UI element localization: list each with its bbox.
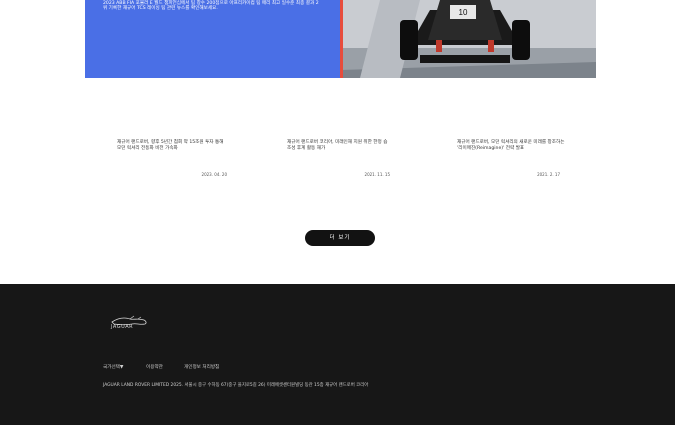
more-button[interactable]: 더 보기 (305, 230, 375, 246)
news-date: 2023. 04. 20 (201, 172, 227, 177)
hero-text-panel: 2023 ABB FIA 포뮬러 E 월드 챔피언십에서 팀 창수 200점으로… (85, 0, 340, 78)
svg-text:10: 10 (459, 8, 468, 17)
news-item[interactable]: 재규어 랜드로버, 향후 5년간 첨회 약 15조원 투자 통해 모던 럭셔리 … (117, 140, 227, 180)
logo-wordmark: JAGUAR (111, 324, 134, 330)
hero-description: 2023 ABB FIA 포뮬러 E 월드 챔피언십에서 팀 창수 200점으로… (103, 1, 319, 12)
news-item[interactable]: 재규어 랜드로버, 모던 럭셔리의 새로운 미래를 창조하는 '리이매진(Rei… (457, 140, 564, 180)
news-item[interactable]: 재규어 랜드로버 코리아, 미래인재 지원 취한 한정 숍 조성 후계 활동 재… (287, 140, 390, 180)
terms-link[interactable]: 이용약관 (146, 364, 186, 370)
news-list: 재규어 랜드로버, 향후 5년간 첨회 약 15조원 투자 통해 모던 럭셔리 … (0, 140, 675, 180)
hero-banner: 2023 ABB FIA 포뮬러 E 월드 챔피언십에서 팀 창수 200점으로… (85, 0, 596, 78)
news-title[interactable]: 재규어 랜드로버, 향후 5년간 첨회 약 15조원 투자 통해 모던 럭셔리 … (117, 140, 227, 152)
race-car-photo-icon: 10 (340, 0, 596, 78)
race-car-image: 10 (340, 0, 596, 78)
news-date: 2021. 11. 15 (364, 172, 390, 177)
country-select-link[interactable]: 국가선택▼ (103, 364, 143, 370)
footer: JAGUAR 국가선택▼ 이용약관 개인정보 처리방침 JAGUAR LAND … (0, 284, 675, 425)
privacy-policy-link[interactable]: 개인정보 처리방침 (184, 364, 244, 370)
news-date: 2021. 2. 17 (537, 172, 560, 177)
news-title[interactable]: 재규어 랜드로버 코리아, 미래인재 지원 취한 한정 숍 조성 후계 활동 재… (287, 140, 390, 152)
news-title[interactable]: 재규어 랜드로버, 모던 럭셔리의 새로운 미래를 창조하는 '리이매진(Rei… (457, 140, 565, 152)
footer-copyright: JAGUAR LAND ROVER LIMITED 2025. 서울시 중구 수… (103, 383, 369, 388)
